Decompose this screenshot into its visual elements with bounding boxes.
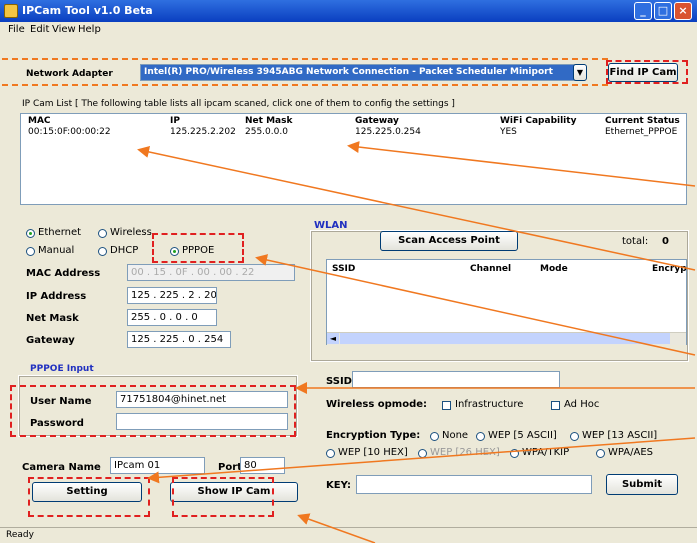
arrow-to-mac [137,146,696,271]
annotation-arrows [137,141,696,543]
arrow-to-pppoe [255,254,696,356]
arrow-to-list [347,141,696,187]
arrow-to-show [297,513,376,543]
arrow-to-setting [147,437,696,484]
